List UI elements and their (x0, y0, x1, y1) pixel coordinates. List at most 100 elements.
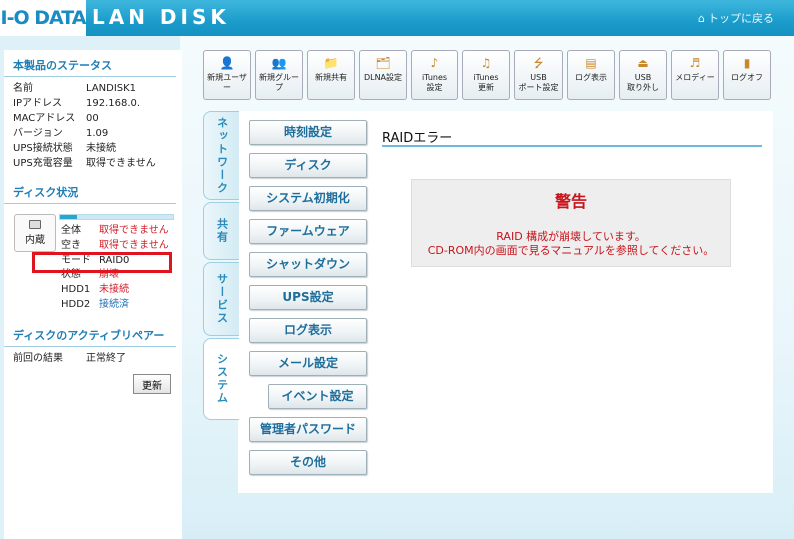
logoff-button[interactable]: ▮ ログオフ (723, 50, 771, 100)
tab-system[interactable]: システム (203, 338, 239, 420)
tab-network[interactable]: ネットワーク (203, 111, 239, 200)
tab-share[interactable]: 共有 (203, 202, 239, 260)
menu-button[interactable]: ファームウェア (249, 219, 367, 244)
toolbar-label: 新規グループ (259, 73, 299, 92)
menu-button[interactable]: メール設定 (249, 351, 367, 376)
header-bar: I-O DATA LAN DISK ⌂ トップに戻る (0, 0, 794, 36)
toolbar-label: ログオフ (731, 73, 763, 82)
tab-label: ネットワーク (215, 116, 229, 195)
logo-text: I-O DATA (0, 7, 87, 29)
back-to-top-link[interactable]: ⌂ トップに戻る (698, 10, 774, 26)
toolbar-label: USB (634, 73, 652, 82)
page-title: RAIDエラー (382, 131, 453, 146)
log-view-button[interactable]: ▤ ログ表示 (567, 50, 615, 100)
home-icon: ⌂ (698, 11, 705, 25)
status-value: 1.09 (86, 128, 109, 139)
menu-button[interactable]: ディスク (249, 153, 367, 178)
usb-port-button[interactable]: ⭍ USB ポート設定 (514, 50, 563, 100)
tab-service[interactable]: サービス (203, 262, 239, 336)
melody-icon: ♬ (689, 56, 701, 70)
disk-info-value: 未接続 (99, 284, 129, 296)
menu-button[interactable]: ログ表示 (249, 318, 367, 343)
active-repair-label: 前回の結果 (13, 353, 63, 364)
dlna-icon: 🗂 (375, 56, 391, 70)
disk-usage-fill (60, 215, 77, 219)
new-group-button[interactable]: 👥 新規グループ (255, 50, 303, 100)
door-icon: ▮ (743, 56, 751, 70)
toolbar-label: iTunes (421, 73, 448, 82)
new-user-button[interactable]: 👤 新規ユーザー (203, 50, 251, 100)
usb-icon: ⭍ (533, 56, 544, 70)
status-row: IPアドレス 192.168.0. (4, 96, 182, 111)
toolbar-label: メロディー (675, 73, 715, 82)
refresh-button[interactable]: 更新 (133, 374, 171, 394)
status-row: バージョン 1.09 (4, 126, 182, 141)
hard-disk-icon (29, 220, 41, 229)
status-section-title: 本製品のステータス (4, 50, 176, 77)
title-divider (382, 145, 762, 147)
disk-info-label: 全体 (61, 225, 81, 236)
document-icon: ▤ (585, 56, 597, 70)
warning-message-2: CD-ROM内の画面で見るマニュアルを参照してください。 (427, 244, 715, 257)
product-name: LAN DISK (92, 5, 230, 29)
menu-button[interactable]: その他 (249, 450, 367, 475)
status-row: UPS充電容量 取得できません (4, 156, 182, 171)
back-to-top-label: トップに戻る (708, 12, 774, 25)
toolbar-label: iTunes (473, 73, 499, 82)
music-note-icon: ♪ (430, 56, 439, 70)
itunes-settings-button[interactable]: ♪ iTunes 設定 (411, 50, 458, 100)
disk-info-label: HDD2 (61, 298, 91, 310)
status-value: 192.168.0. (86, 98, 141, 109)
status-label: MACアドレス (13, 113, 76, 124)
status-list: 名前 LANDISK1 IPアドレス 192.168.0. MACアドレス 00 バージョン… (4, 81, 182, 171)
user-icon: 👤 (219, 56, 235, 70)
disk-info-value: 取得できません (99, 225, 169, 236)
disk-info-row: HDD2 接続済 (61, 298, 169, 313)
logo: I-O DATA (0, 0, 86, 36)
menu-button[interactable]: UPS設定 (249, 285, 367, 310)
active-repair-row: 前回の結果 正常終了 (4, 351, 182, 366)
menu-button[interactable]: イベント設定 (268, 384, 367, 409)
tab-label: システム (215, 353, 229, 405)
new-share-button[interactable]: 📁 新規共有 (307, 50, 355, 100)
disk-icon-label: 内蔵 (25, 235, 45, 246)
disk-usage-bar (59, 214, 174, 220)
toolbar-label: ログ表示 (575, 73, 607, 82)
folder-icon: 📁 (323, 56, 339, 70)
status-value: 未接続 (86, 143, 116, 154)
disk-info-label: HDD1 (61, 284, 91, 296)
toolbar-label-line2: 設定 (426, 83, 443, 92)
usb-remove-button[interactable]: ⏏ USB 取り外し (619, 50, 667, 100)
status-sidebar: 本製品のステータス 名前 LANDISK1 IPアドレス 192.168.0. MACア… (4, 50, 182, 539)
itunes-update-button[interactable]: ♫ iTunes 更新 (462, 50, 510, 100)
melody-button[interactable]: ♬ メロディー (671, 50, 719, 100)
menu-button[interactable]: 時刻設定 (249, 120, 367, 145)
dlna-button[interactable]: 🗂 DLNA設定 (359, 50, 407, 100)
warning-panel: 警告 RAID 構成が崩壊しています。 CD-ROM内の画面で見るマニュアルを参… (411, 179, 731, 267)
status-value: LANDISK1 (86, 83, 137, 94)
disk-info-row: HDD1 未接続 (61, 283, 169, 298)
status-label: IPアドレス (13, 98, 62, 109)
toolbar-label-line2: ポート設定 (518, 83, 559, 92)
status-value: 取得できません (86, 158, 156, 169)
disk-status-block: 内蔵 全体 取得できません 空き 取得できません モード RAID0 状態 崩壊 HDD1 未接続… (4, 208, 182, 320)
disk-section-title: ディスク状況 (4, 177, 176, 204)
menu-button[interactable]: 管理者パスワード (249, 417, 367, 442)
active-repair-value: 正常終了 (86, 353, 126, 364)
status-value: 00 (86, 113, 99, 124)
toolbar-label: 新規ユーザー (207, 73, 247, 92)
disk-info-value: 接続済 (99, 298, 129, 310)
status-row: MACアドレス 00 (4, 111, 182, 126)
toolbar-label: USB (530, 73, 547, 82)
status-row: UPS接続状態 未接続 (4, 141, 182, 156)
toolbar-label-line2: 更新 (478, 83, 494, 92)
disk-internal-button[interactable]: 内蔵 (14, 214, 56, 252)
active-repair-title: ディスクのアクティブリペアー (4, 320, 176, 347)
music-refresh-icon: ♫ (480, 56, 492, 70)
status-label: バージョン (13, 128, 63, 139)
menu-button[interactable]: シャットダウン (249, 252, 367, 277)
tab-label: 共有 (215, 218, 229, 244)
status-label: 名前 (13, 83, 33, 94)
menu-button[interactable]: システム初期化 (249, 186, 367, 211)
warning-title: 警告 (554, 192, 587, 211)
